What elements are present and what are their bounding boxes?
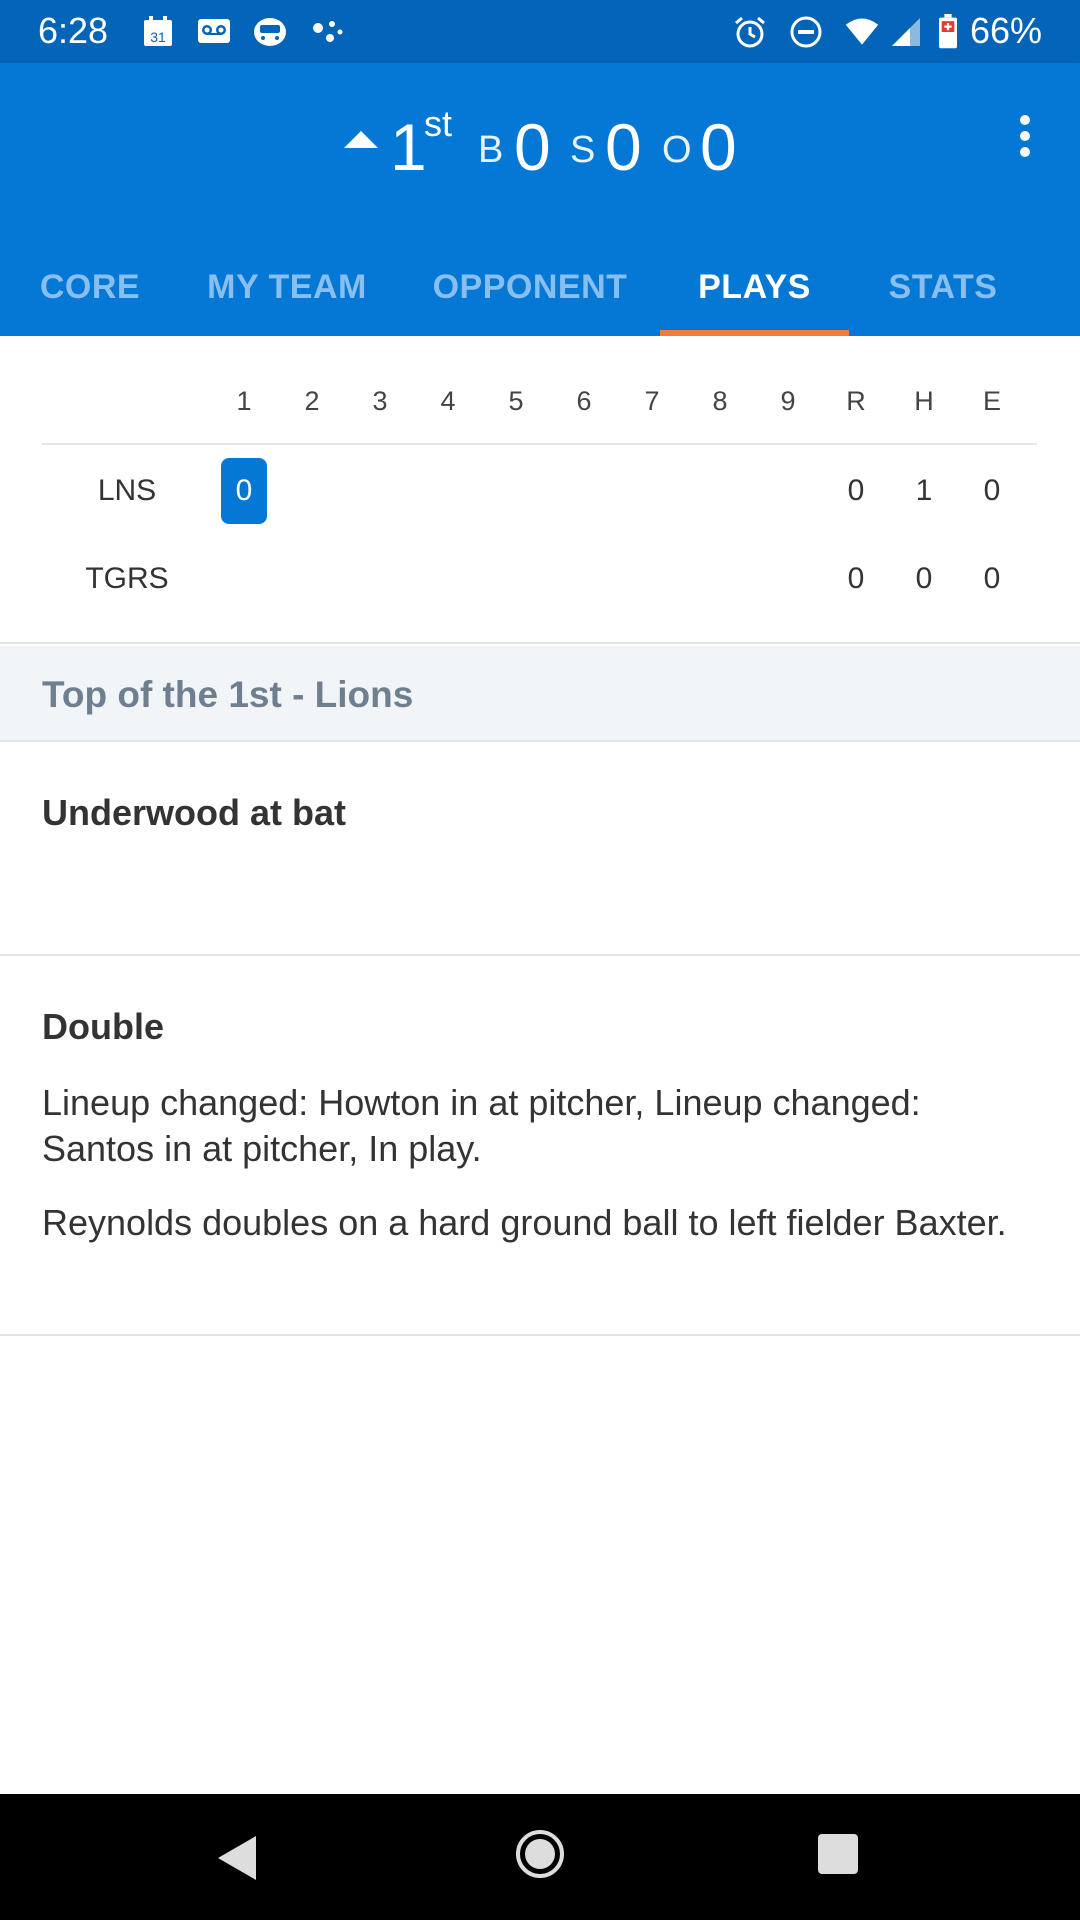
hits-header: H bbox=[914, 386, 934, 416]
tab-my-team[interactable]: MY TEAM bbox=[180, 239, 394, 336]
scoreboard-divider bbox=[42, 443, 1037, 445]
team-name-away: LNS bbox=[97, 474, 157, 507]
inning-top-arrow-icon bbox=[344, 131, 378, 148]
bus-icon bbox=[254, 18, 286, 46]
play-description: Reynolds doubles on a hard ground ball t… bbox=[42, 1202, 1007, 1243]
outs-value: 0 bbox=[700, 110, 737, 184]
status-time: 6:28 bbox=[38, 10, 109, 51]
signal-icon bbox=[892, 18, 920, 46]
game-count: 1 st B 0 S 0 O 0 bbox=[0, 103, 1080, 193]
balls-label: B bbox=[478, 129, 504, 171]
home-icon[interactable] bbox=[516, 1830, 564, 1878]
calendar-icon: 31 bbox=[144, 16, 172, 46]
balls-value: 0 bbox=[514, 110, 551, 184]
column-header: 8 bbox=[712, 386, 728, 416]
tab-core[interactable]: CORE bbox=[0, 239, 180, 336]
tab-plays[interactable]: PLAYS bbox=[660, 239, 849, 336]
tab-stats[interactable]: STATS bbox=[860, 239, 1026, 336]
back-icon[interactable] bbox=[218, 1836, 256, 1880]
errors-header: E bbox=[982, 386, 1001, 416]
battery-percentage: 66% bbox=[969, 10, 1042, 51]
team-name-home: TGRS bbox=[85, 562, 169, 595]
svg-text:31: 31 bbox=[150, 29, 166, 45]
dots-icon bbox=[313, 21, 343, 42]
strikes-label: S bbox=[570, 129, 596, 171]
half-inning-title: Top of the 1st - Lions bbox=[42, 674, 414, 715]
column-header: 4 bbox=[440, 386, 456, 416]
strikes-value: 0 bbox=[605, 110, 642, 184]
recents-icon[interactable] bbox=[818, 1834, 858, 1874]
tab-bar: CORE MY TEAM OPPONENT PLAYS STATS bbox=[0, 239, 1080, 336]
hits-cell: 0 bbox=[915, 562, 933, 595]
column-header: 3 bbox=[372, 386, 388, 416]
half-inning-header: Top of the 1st - Lions bbox=[0, 646, 1080, 742]
runs-header: R bbox=[846, 386, 866, 416]
system-nav-bar bbox=[0, 1794, 1080, 1920]
play-title: Double bbox=[42, 1006, 164, 1047]
wifi-icon bbox=[845, 18, 879, 45]
runs-cell: 0 bbox=[847, 474, 865, 507]
errors-cell: 0 bbox=[983, 562, 1001, 595]
tab-opponent[interactable]: OPPONENT bbox=[420, 239, 640, 336]
alarm-icon bbox=[735, 16, 765, 48]
column-header: 7 bbox=[644, 386, 660, 416]
status-bar: 6:28 31 66% bbox=[0, 0, 1080, 63]
battery-icon bbox=[939, 14, 957, 49]
column-header: 6 bbox=[576, 386, 592, 416]
inning-suffix: st bbox=[424, 103, 453, 144]
errors-cell: 0 bbox=[983, 474, 1001, 507]
line-score: 1 2 3 4 5 6 7 8 9 R H E LNS 0 0 1 0 TGRS… bbox=[0, 336, 1080, 644]
outs-label: O bbox=[662, 129, 692, 171]
inning-number: 1 bbox=[390, 110, 427, 184]
column-header: 9 bbox=[780, 386, 796, 416]
play-item[interactable]: Double Lineup changed: Howton in at pitc… bbox=[0, 956, 1080, 1336]
column-header: 1 bbox=[236, 386, 252, 416]
overflow-menu-icon[interactable] bbox=[1010, 115, 1040, 175]
voicemail-icon bbox=[198, 19, 230, 43]
play-title: Underwood at bat bbox=[42, 792, 346, 833]
hits-cell: 1 bbox=[915, 474, 933, 507]
runs-cell: 0 bbox=[847, 562, 865, 595]
current-inning-cell[interactable]: 0 bbox=[221, 458, 267, 524]
dnd-icon bbox=[790, 16, 822, 48]
column-header: 5 bbox=[508, 386, 524, 416]
play-description: Lineup changed: Howton in at pitcher, Li… bbox=[42, 1082, 921, 1169]
app-bar: 1 st B 0 S 0 O 0 CORE MY TEAM OPPONENT P… bbox=[0, 63, 1080, 336]
play-item[interactable]: Underwood at bat bbox=[0, 742, 1080, 956]
column-header: 2 bbox=[304, 386, 320, 416]
